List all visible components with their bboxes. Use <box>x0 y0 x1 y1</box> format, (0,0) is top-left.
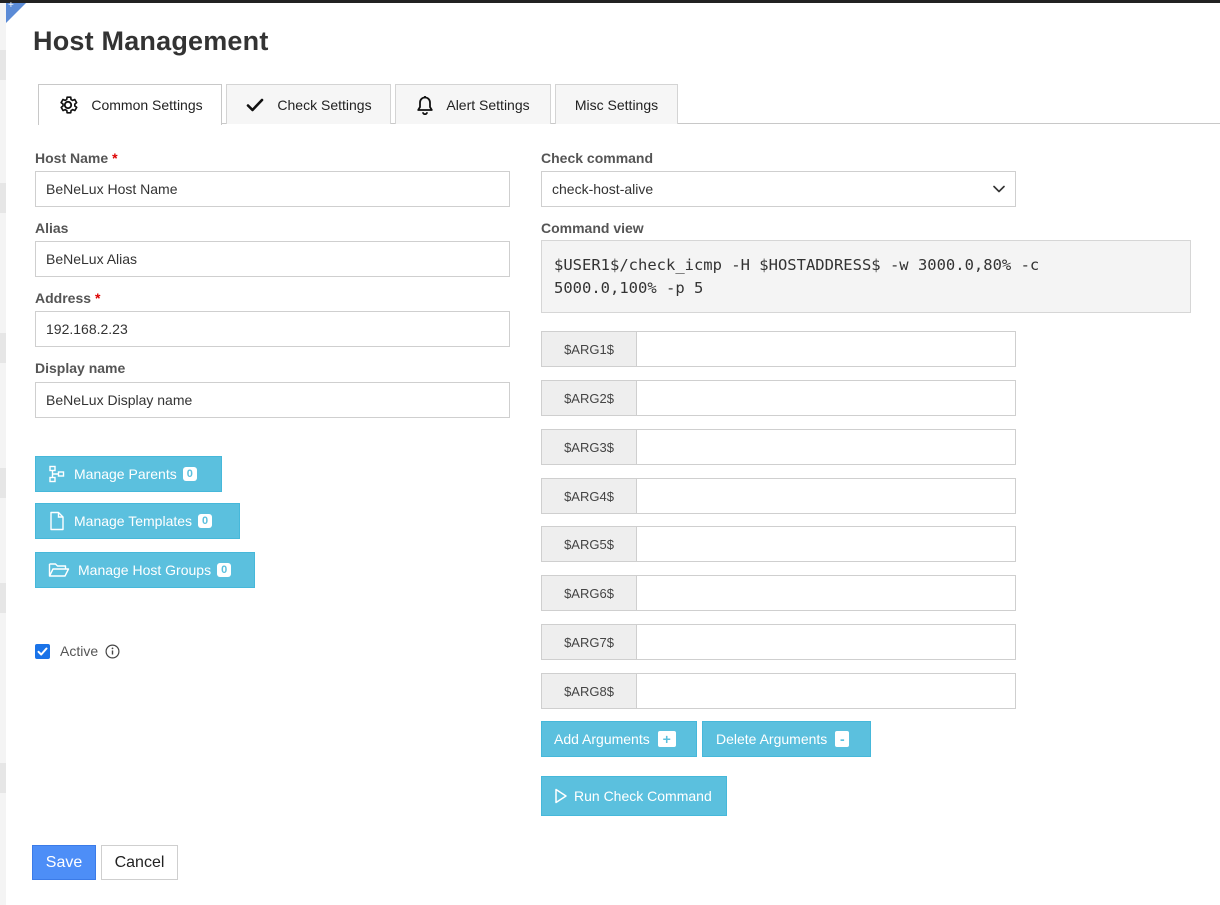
button-label: Manage Parents <box>74 466 177 482</box>
arg-row: $ARG4$ <box>541 478 1016 514</box>
arg4-input[interactable] <box>637 478 1016 514</box>
delete-arguments-button[interactable]: Delete Arguments - <box>702 721 871 757</box>
info-icon[interactable] <box>105 643 120 659</box>
command-view-line: 5000.0,100% -p 5 <box>554 279 704 297</box>
bell-icon <box>416 95 434 115</box>
display-name-input[interactable]: BeNeLux Display name <box>35 382 510 418</box>
arg-row: $ARG6$ <box>541 575 1016 611</box>
arg2-input[interactable] <box>637 380 1016 416</box>
host-name-input[interactable]: BeNeLux Host Name <box>35 171 510 207</box>
arg-label: $ARG3$ <box>541 429 637 465</box>
alias-input[interactable]: BeNeLux Alias <box>35 241 510 277</box>
arg-row: $ARG7$ <box>541 624 1016 660</box>
required-mark: * <box>112 150 118 166</box>
host-name-label: Host Name * <box>35 150 118 166</box>
button-label: Manage Templates <box>74 513 193 529</box>
gear-icon <box>57 94 79 116</box>
host-groups-count-badge: 0 <box>217 563 232 577</box>
address-input[interactable]: 192.168.2.23 <box>35 311 510 347</box>
tab-check-settings[interactable]: Check Settings <box>226 84 391 124</box>
arg7-input[interactable] <box>637 624 1016 660</box>
required-mark: * <box>95 290 101 306</box>
active-row: Active <box>35 643 120 659</box>
arg3-input[interactable] <box>637 429 1016 465</box>
tab-alert-settings[interactable]: Alert Settings <box>395 84 551 124</box>
save-button[interactable]: Save <box>32 845 96 880</box>
folder-open-icon <box>48 561 70 579</box>
play-icon <box>554 788 568 804</box>
add-arguments-button[interactable]: Add Arguments + <box>541 721 697 757</box>
run-check-command-button[interactable]: Run Check Command <box>541 776 727 816</box>
manage-templates-button[interactable]: Manage Templates 0 <box>35 503 240 539</box>
tab-misc-settings[interactable]: Misc Settings <box>555 84 678 124</box>
minus-icon: - <box>835 731 850 747</box>
arg-row: $ARG8$ <box>541 673 1016 709</box>
button-label: Manage Host Groups <box>78 562 212 578</box>
tab-label: Check Settings <box>277 96 372 113</box>
arg-row: $ARG1$ <box>541 331 1016 367</box>
templates-count-badge: 0 <box>198 514 213 528</box>
arg1-input[interactable] <box>637 331 1016 367</box>
parents-count-badge: 0 <box>182 467 197 481</box>
cancel-button[interactable]: Cancel <box>101 845 178 880</box>
button-label: Delete Arguments <box>716 731 828 747</box>
tab-label: Alert Settings <box>446 96 530 113</box>
tab-bar: Common Settings Check Settings Alert Set… <box>38 84 1220 125</box>
arg6-input[interactable] <box>637 575 1016 611</box>
check-command-label: Check command <box>541 150 654 166</box>
button-label: Add Arguments <box>554 731 650 747</box>
arg-label: $ARG8$ <box>541 673 637 709</box>
arg8-input[interactable] <box>637 673 1016 709</box>
display-name-label: Display name <box>35 360 126 376</box>
check-command-select[interactable]: check-host-alive <box>541 171 1016 207</box>
checkmark-icon <box>245 95 265 115</box>
plus-icon: + <box>8 0 14 11</box>
page-title: Host Management <box>33 26 269 56</box>
arg-label: $ARG6$ <box>541 575 637 611</box>
top-border <box>0 0 1220 3</box>
left-edge-strip <box>0 3 6 905</box>
address-label: Address * <box>35 290 101 306</box>
tab-common-settings[interactable]: Common Settings <box>38 84 222 125</box>
file-icon <box>48 511 66 531</box>
chevron-down-icon <box>993 185 1005 193</box>
tab-label: Misc Settings <box>574 96 659 113</box>
arg-row: $ARG3$ <box>541 429 1016 465</box>
alias-label: Alias <box>35 220 69 236</box>
plus-icon: + <box>657 731 676 747</box>
tab-label: Common Settings <box>91 97 203 113</box>
arg-label: $ARG2$ <box>541 380 637 416</box>
active-label: Active <box>60 643 99 659</box>
arg-label: $ARG4$ <box>541 478 637 514</box>
arg-label: $ARG5$ <box>541 526 637 562</box>
arg-row: $ARG5$ <box>541 526 1016 562</box>
arg-label: $ARG1$ <box>541 331 637 367</box>
button-label: Run Check Command <box>574 788 712 804</box>
manage-parents-button[interactable]: Manage Parents 0 <box>35 456 222 492</box>
arg5-input[interactable] <box>637 526 1016 562</box>
arg-label: $ARG7$ <box>541 624 637 660</box>
command-view-label: Command view <box>541 220 644 236</box>
arg-row: $ARG2$ <box>541 380 1016 416</box>
hierarchy-icon <box>48 465 66 483</box>
check-command-value: check-host-alive <box>552 181 654 197</box>
active-checkbox[interactable] <box>35 643 50 659</box>
manage-host-groups-button[interactable]: Manage Host Groups 0 <box>35 552 255 588</box>
command-view-line: $USER1$/check_icmp -H $HOSTADDRESS$ -w 3… <box>554 256 1040 274</box>
command-view-box: $USER1$/check_icmp -H $HOSTADDRESS$ -w 3… <box>541 240 1191 313</box>
